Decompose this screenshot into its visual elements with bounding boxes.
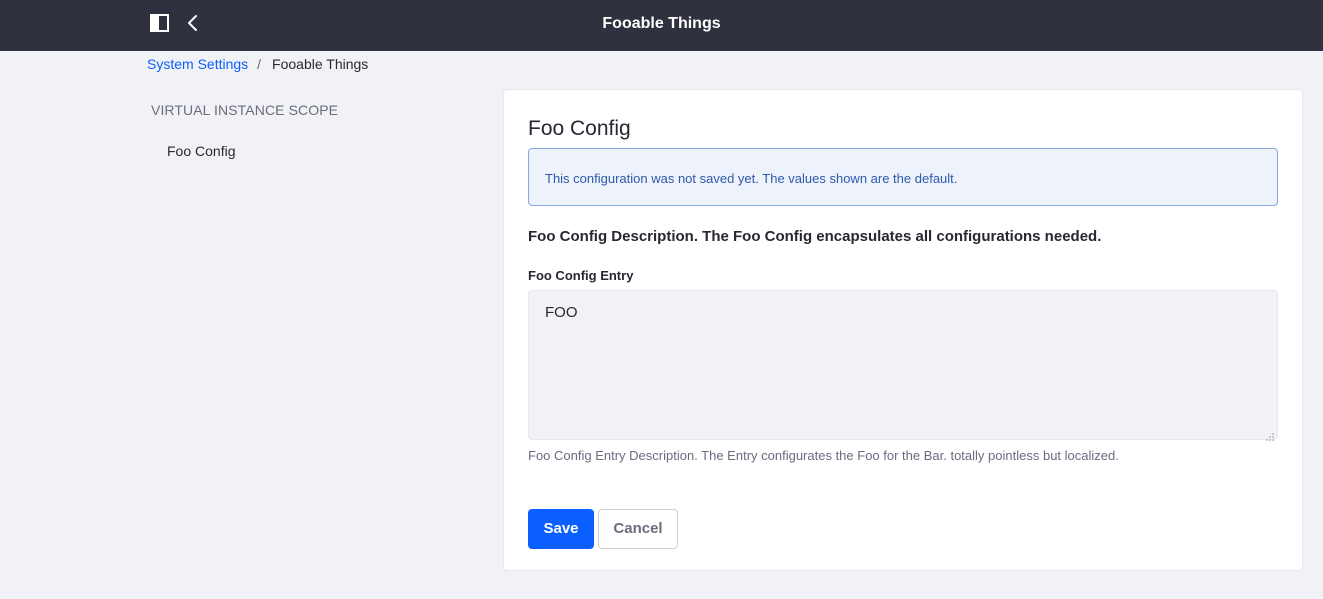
field-label: Foo Config Entry: [528, 268, 634, 283]
breadcrumb-separator: /: [257, 56, 262, 72]
config-heading: Foo Config: [528, 117, 631, 140]
config-card: Foo Config This configuration was not sa…: [503, 89, 1303, 571]
scope-heading: VIRTUAL INSTANCE SCOPE: [151, 102, 339, 118]
alert-message: This configuration was not saved yet. Th…: [545, 171, 958, 186]
breadcrumb: System Settings / Fooable Things: [147, 55, 368, 73]
resize-handle-icon[interactable]: [1266, 428, 1274, 441]
field-help-text: Foo Config Entry Description. The Entry …: [528, 448, 1119, 463]
breadcrumb-current: Fooable Things: [272, 56, 369, 72]
foo-config-entry-textarea[interactable]: FOO: [528, 290, 1278, 441]
top-header-bar: Fooable Things: [0, 0, 1323, 51]
breadcrumb-link-system-settings[interactable]: System Settings: [147, 55, 248, 73]
info-alert: This configuration was not saved yet. Th…: [528, 148, 1278, 206]
save-button[interactable]: Save: [528, 509, 594, 549]
config-description: Foo Config Description. The Foo Config e…: [528, 228, 1102, 245]
cancel-button[interactable]: Cancel: [598, 509, 678, 549]
sidebar-item-foo-config[interactable]: Foo Config: [167, 143, 235, 159]
textarea-value: FOO: [545, 304, 578, 321]
page-title: Fooable Things: [602, 15, 721, 32]
